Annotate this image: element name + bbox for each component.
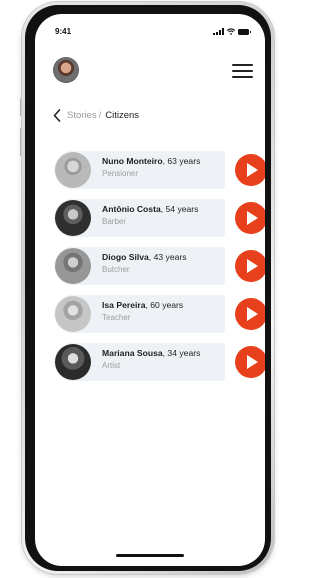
list-item[interactable]: Mariana Sousa, 34 years Artist	[55, 339, 265, 385]
citizen-role: Butcher	[102, 265, 130, 274]
breadcrumb-citizens: Citizens	[105, 109, 140, 121]
citizen-role: Barber	[102, 217, 127, 226]
play-button[interactable]	[235, 202, 265, 234]
citizen-name-line: Nuno Monteiro, 63 years	[102, 156, 200, 166]
breadcrumb-stories[interactable]: Stories	[67, 110, 97, 121]
status-bar: 9:41	[35, 14, 265, 38]
citizen-photo	[55, 344, 91, 380]
citizen-role: Teacher	[102, 313, 131, 322]
list-item[interactable]: Diogo Silva, 43 years Butcher	[55, 243, 265, 289]
citizen-name-line: Antônio Costa, 54 years	[102, 204, 198, 214]
list-item[interactable]: Isa Pereira, 60 years Teacher	[55, 291, 265, 337]
citizen-role: Pensioner	[102, 169, 139, 178]
citizen-name: Isa Pereira	[102, 300, 146, 310]
citizen-age: , 63 years	[162, 156, 201, 166]
citizen-age: , 43 years	[148, 252, 187, 262]
breadcrumb: Stories / Citizens	[53, 107, 139, 123]
play-button[interactable]	[235, 346, 265, 378]
home-indicator[interactable]	[116, 554, 184, 557]
citizen-name: Diogo Silva	[102, 252, 149, 262]
status-time: 9:41	[55, 27, 72, 36]
signal-icon	[213, 28, 224, 35]
battery-icon	[238, 29, 251, 35]
citizen-name-line: Diogo Silva, 43 years	[102, 252, 187, 262]
citizen-photo	[55, 152, 91, 188]
status-icons	[213, 27, 251, 35]
citizen-name: Nuno Monteiro	[102, 156, 163, 166]
citizen-age: , 34 years	[162, 348, 201, 358]
phone-screen: 9:41 Stories / Citizens Nuno Monteiro, 6…	[35, 14, 265, 566]
hamburger-menu-icon[interactable]	[232, 64, 253, 78]
list-item[interactable]: Nuno Monteiro, 63 years Pensioner	[55, 147, 265, 193]
citizen-age: , 60 years	[145, 300, 184, 310]
phone-frame: 9:41 Stories / Citizens Nuno Monteiro, 6…	[22, 2, 274, 574]
breadcrumb-separator: /	[98, 109, 102, 121]
citizen-age: , 54 years	[160, 204, 199, 214]
citizen-photo	[55, 200, 91, 236]
avatar[interactable]	[53, 57, 79, 83]
play-button[interactable]	[235, 250, 265, 282]
list-item[interactable]: Antônio Costa, 54 years Barber	[55, 195, 265, 241]
chevron-left-icon[interactable]	[53, 108, 63, 122]
citizen-name-line: Isa Pereira, 60 years	[102, 300, 183, 310]
citizen-photo	[55, 296, 91, 332]
citizen-name: Mariana Sousa	[102, 348, 163, 358]
citizen-photo	[55, 248, 91, 284]
citizen-name: Antônio Costa	[102, 204, 161, 214]
citizen-role: Artist	[102, 361, 121, 370]
play-button[interactable]	[235, 154, 265, 186]
wifi-icon	[227, 28, 235, 35]
phone-bezel: 9:41 Stories / Citizens Nuno Monteiro, 6…	[25, 5, 271, 571]
play-button[interactable]	[235, 298, 265, 330]
citizen-name-line: Mariana Sousa, 34 years	[102, 348, 200, 358]
